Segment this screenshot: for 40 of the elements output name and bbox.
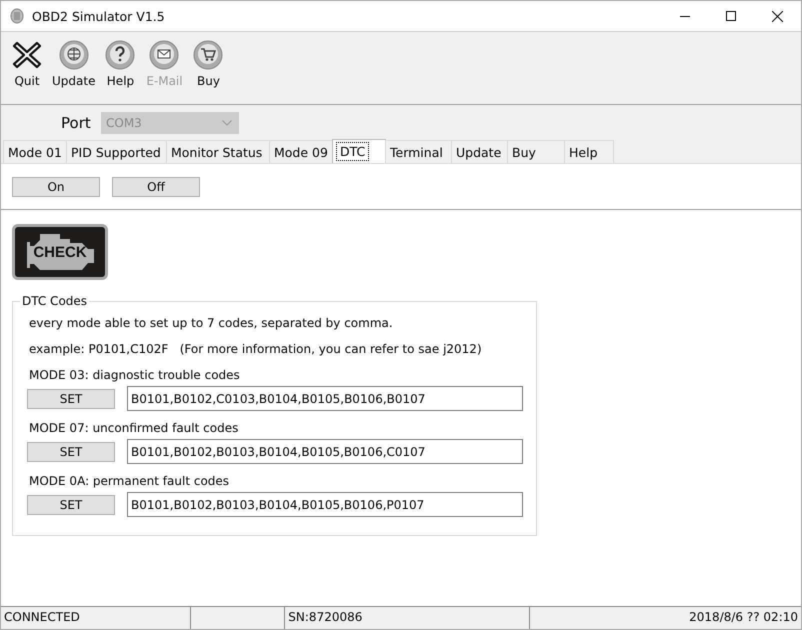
instruction-text: every mode able to set up to 7 codes, separated by comma. bbox=[29, 316, 394, 330]
status-text: SN:8720086 bbox=[285, 607, 530, 629]
mode-label: MODE 0A: permanent fault codes bbox=[29, 474, 230, 488]
status-text: 2018/8/6 ?? 02:10 bbox=[688, 609, 799, 626]
instruction-text: example: P0101,C102F (For more information, you can refer to sae j2012) bbox=[29, 342, 483, 356]
group-title: DTC Codes bbox=[21, 294, 88, 308]
tab[interactable]: Mode 01 bbox=[3, 140, 67, 163]
status-text: CONNECTED bbox=[1, 607, 191, 629]
help-icon bbox=[105, 40, 136, 70]
toolbar-button[interactable]: Help bbox=[98, 40, 142, 88]
codes-input[interactable]: B0101,B0102,C0103,B0104,B0105,B0106,B0107 bbox=[127, 386, 523, 411]
set-button[interactable]: SET bbox=[27, 494, 115, 514]
set-button[interactable]: SET bbox=[27, 442, 115, 462]
tab[interactable]: DTC bbox=[332, 139, 386, 163]
mode-label: MODE 03: diagnostic trouble codes bbox=[29, 368, 241, 382]
chevron-down-icon bbox=[222, 120, 232, 126]
codes-input[interactable]: B0101,B0102,B0103,B0104,B0105,B0106,P0107 bbox=[127, 492, 523, 517]
tab[interactable]: Terminal bbox=[385, 140, 452, 163]
toggle-button[interactable]: Off bbox=[112, 176, 200, 196]
maximize-icon[interactable] bbox=[726, 11, 736, 21]
tab[interactable]: Update bbox=[451, 140, 508, 163]
cart-icon bbox=[193, 40, 224, 70]
codes-input[interactable]: B0101,B0102,B0103,B0104,B0105,B0106,C0107 bbox=[127, 439, 523, 464]
window-title: OBD2 Simulator V1.5 bbox=[32, 8, 165, 24]
x-icon bbox=[12, 40, 42, 70]
check-engine-light: CHECK bbox=[12, 224, 108, 280]
app-icon bbox=[10, 8, 24, 24]
tab[interactable]: Buy bbox=[507, 140, 565, 163]
toolbar-button[interactable]: Quit bbox=[5, 40, 49, 88]
globe-icon bbox=[58, 40, 89, 70]
toolbar-button[interactable]: Update bbox=[49, 40, 98, 88]
mode-label: MODE 07: unconfirmed fault codes bbox=[29, 421, 240, 435]
envelope-icon bbox=[149, 40, 180, 70]
port-label: Port bbox=[61, 114, 92, 132]
toggle-button[interactable]: On bbox=[12, 176, 100, 196]
tab[interactable]: PID Supported bbox=[66, 140, 167, 163]
close-icon[interactable] bbox=[772, 10, 783, 22]
tab[interactable]: Help bbox=[564, 140, 614, 163]
toolbar-button[interactable]: Buy bbox=[186, 40, 230, 88]
set-button[interactable]: SET bbox=[27, 388, 115, 408]
